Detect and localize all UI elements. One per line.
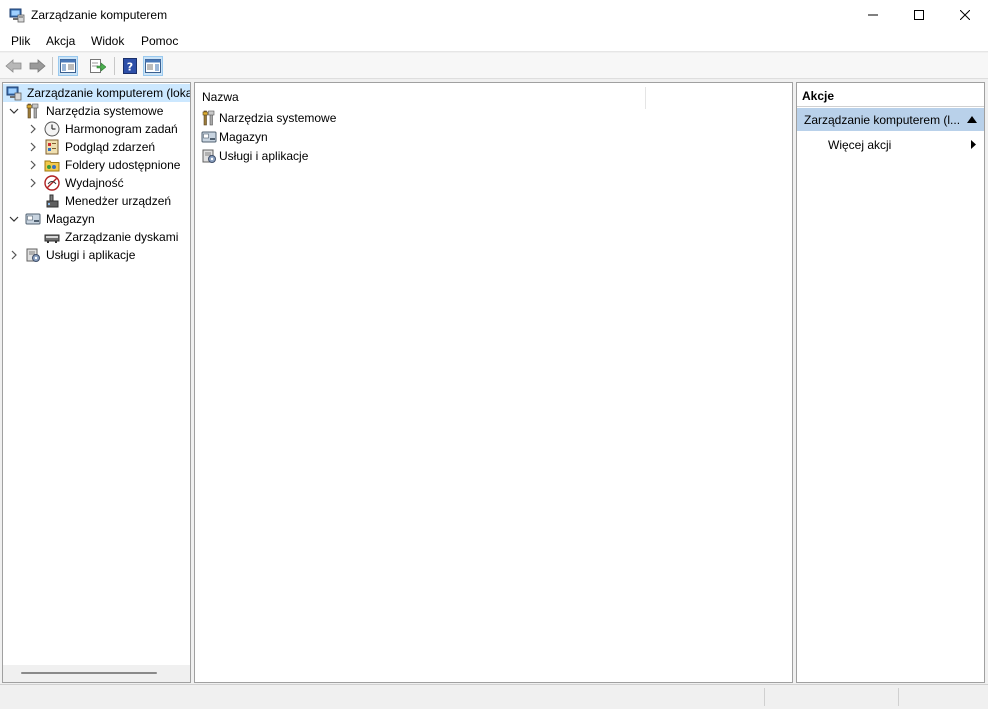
forward-button[interactable] — [27, 56, 47, 76]
minimize-button[interactable] — [850, 0, 896, 30]
title-bar: Zarządzanie komputerem — [0, 0, 988, 30]
performance-icon — [44, 175, 60, 191]
services-icon — [26, 248, 40, 262]
tree-item-label: Magazyn — [46, 212, 95, 226]
tree-item-label: Harmonogram zadań — [65, 122, 178, 136]
action-pane-button[interactable] — [143, 56, 163, 76]
toolbar-separator — [52, 57, 53, 75]
services-icon — [202, 149, 216, 163]
toolbar-separator — [114, 57, 115, 75]
list-item-label: Narzędzia systemowe — [219, 111, 337, 125]
chevron-right-icon[interactable] — [28, 124, 38, 134]
help-button[interactable]: ? — [120, 56, 140, 76]
more-actions-label: Więcej akcji — [828, 138, 892, 152]
tree-item-task-scheduler[interactable]: Harmonogram zadań — [3, 120, 190, 138]
column-header-name[interactable]: Nazwa — [195, 83, 792, 109]
maximize-button[interactable] — [896, 0, 942, 30]
tree-item-system-tools[interactable]: Narzędzia systemowe — [3, 102, 190, 120]
disk-management-icon — [44, 234, 60, 243]
export-list-icon — [90, 59, 106, 73]
tree-item-label: Foldery udostępnione — [65, 158, 181, 172]
export-list-button[interactable] — [88, 56, 108, 76]
tree-item-label: Zarządzanie komputerem (loka — [27, 86, 191, 100]
menu-view[interactable]: Widok — [91, 34, 124, 48]
shared-folder-icon — [44, 160, 60, 172]
action-pane-icon — [145, 59, 161, 73]
back-arrow-icon — [5, 59, 22, 73]
column-header-label: Nazwa — [202, 90, 239, 104]
storage-icon — [201, 131, 217, 143]
tree-item-label: Podgląd zdarzeń — [65, 140, 156, 154]
submenu-arrow-icon — [971, 140, 976, 149]
tree-item-disk-management[interactable]: Zarządzanie dyskami — [3, 228, 190, 246]
device-manager-icon — [46, 194, 59, 208]
list-item-system-tools[interactable]: Narzędzia systemowe — [199, 109, 599, 128]
chevron-down-icon[interactable] — [9, 214, 19, 224]
actions-header-label: Akcje — [802, 89, 835, 103]
actions-section-label: Zarządzanie komputerem (l... — [804, 113, 961, 127]
menu-file[interactable]: Plik — [11, 34, 30, 48]
storage-icon — [25, 213, 41, 225]
chevron-right-icon[interactable] — [28, 178, 38, 188]
computer-management-icon — [9, 8, 25, 23]
status-bar — [0, 684, 988, 709]
toolbar: ? — [0, 53, 988, 79]
chevron-right-icon[interactable] — [28, 160, 38, 170]
tree-item-computer-management[interactable]: Zarządzanie komputerem (loka — [3, 84, 190, 102]
menu-action[interactable]: Akcja — [46, 34, 75, 48]
horizontal-scrollbar[interactable] — [3, 665, 190, 682]
tree-item-device-manager[interactable]: Menedżer urządzeń — [3, 192, 190, 210]
tree-item-performance[interactable]: Wydajność — [3, 174, 190, 192]
console-tree-icon — [60, 59, 76, 73]
status-divider — [764, 688, 765, 706]
more-actions-item[interactable]: Więcej akcji — [797, 133, 984, 155]
menu-help[interactable]: Pomoc — [141, 34, 178, 48]
console-tree-button[interactable] — [58, 56, 78, 76]
result-pane: Nazwa Narzędzia systemowe Magazyn Usługi… — [194, 82, 793, 683]
minimize-icon — [868, 14, 878, 16]
event-viewer-icon — [45, 139, 59, 155]
console-tree-pane: Zarządzanie komputerem (loka Narzędzia s… — [2, 82, 191, 683]
tree-item-label: Usługi i aplikacje — [46, 248, 136, 262]
scrollbar-thumb[interactable] — [21, 672, 157, 674]
list-item-storage[interactable]: Magazyn — [199, 128, 599, 147]
tree-item-services-and-applications[interactable]: Usługi i aplikacje — [3, 246, 190, 264]
menu-bar: Plik Akcja Widok Pomoc — [0, 30, 988, 52]
chevron-down-icon[interactable] — [9, 106, 19, 116]
svg-text:?: ? — [127, 61, 133, 74]
collapse-up-icon[interactable] — [967, 116, 977, 123]
actions-pane: Akcje Zarządzanie komputerem (l... Więce… — [796, 82, 985, 683]
list-item-label: Usługi i aplikacje — [219, 149, 309, 163]
tree-item-label: Narzędzia systemowe — [46, 104, 164, 118]
close-icon — [960, 10, 970, 20]
tree-item-label: Menedżer urządzeń — [65, 194, 172, 208]
tree-item-shared-folders[interactable]: Foldery udostępnione — [3, 156, 190, 174]
tree-item-label: Wydajność — [65, 176, 124, 190]
tree-item-label: Zarządzanie dyskami — [65, 230, 179, 244]
close-button[interactable] — [942, 0, 988, 30]
chevron-right-icon[interactable] — [28, 142, 38, 152]
tree-item-event-viewer[interactable]: Podgląd zdarzeń — [3, 138, 190, 156]
help-icon: ? — [123, 58, 137, 74]
tree-item-storage[interactable]: Magazyn — [3, 210, 190, 228]
list-item-label: Magazyn — [219, 130, 268, 144]
chevron-right-icon[interactable] — [9, 250, 19, 260]
actions-section-computer-management[interactable]: Zarządzanie komputerem (l... — [797, 108, 984, 131]
tools-icon — [26, 103, 39, 119]
clock-icon — [44, 121, 60, 137]
status-divider — [898, 688, 899, 706]
computer-management-icon — [6, 86, 22, 101]
list-item-services-and-applications[interactable]: Usługi i aplikacje — [199, 147, 599, 166]
column-divider[interactable] — [645, 87, 646, 109]
maximize-icon — [914, 10, 924, 20]
forward-arrow-icon — [29, 59, 46, 73]
window-title: Zarządzanie komputerem — [31, 8, 168, 22]
tools-icon — [202, 110, 215, 126]
actions-header: Akcje — [797, 83, 984, 107]
back-button[interactable] — [4, 56, 24, 76]
